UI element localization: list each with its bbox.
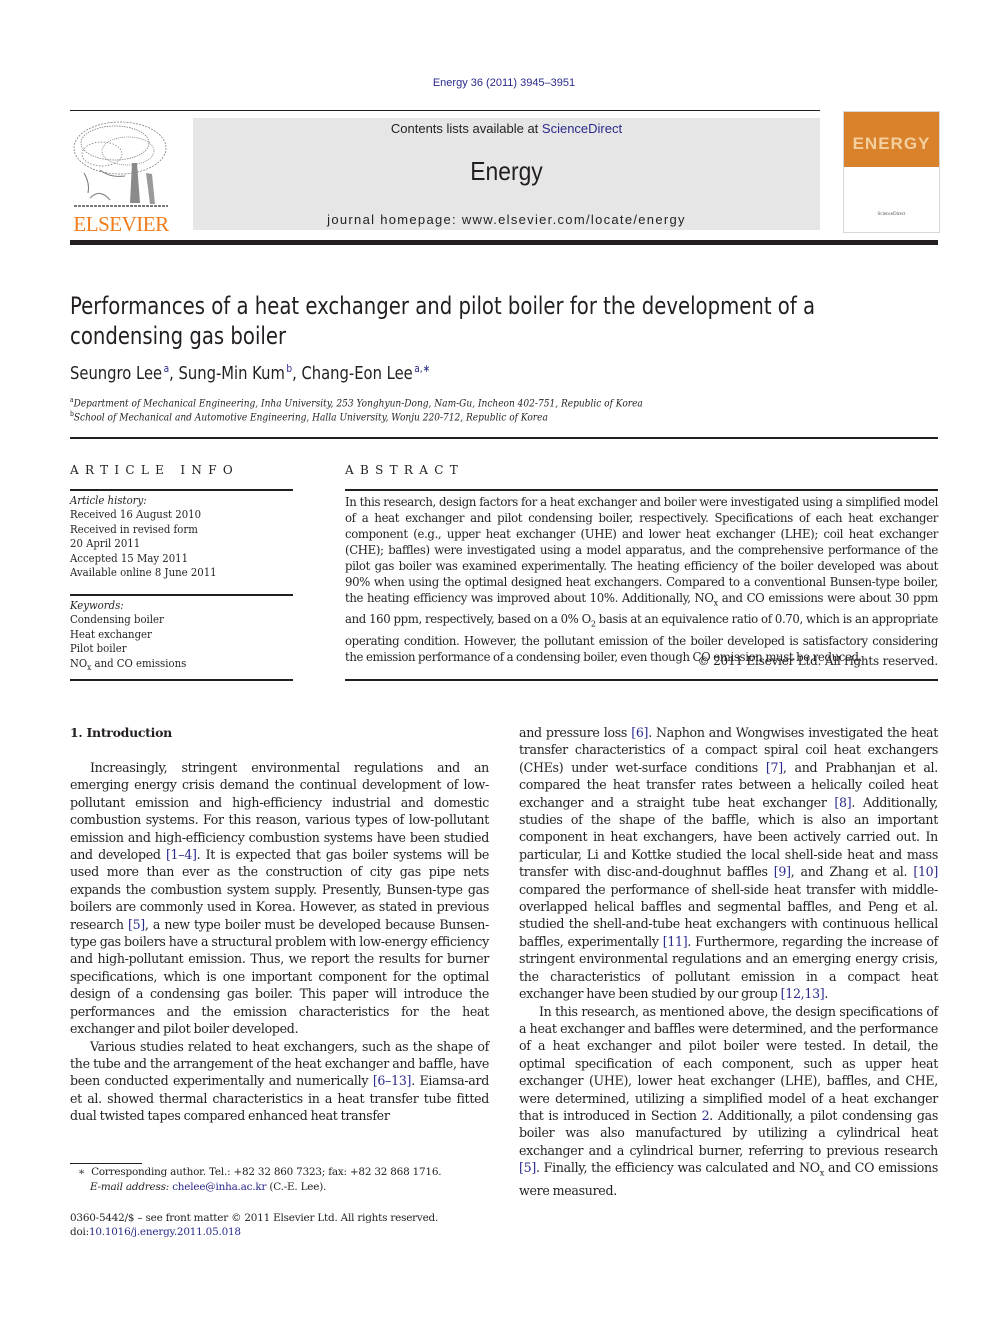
abstract-rule [345, 489, 938, 491]
cover-title: ENERGY [852, 134, 931, 153]
keyword: Heat exchanger [70, 627, 152, 641]
keyword-part: and CO emissions [91, 656, 187, 670]
article-info-bottom-rule [70, 679, 293, 681]
author-name: Sung-Min Kum [178, 363, 285, 384]
citation-link[interactable]: [5] [128, 917, 145, 932]
contents-prefix: Contents lists available at [390, 121, 542, 136]
header-thick-rule [70, 240, 938, 245]
author-affiliation-link[interactable]: a [164, 362, 170, 375]
abstract-body: In this research, design factors for a h… [345, 494, 938, 665]
doi-link[interactable]: 10.1016/j.energy.2011.05.018 [89, 1226, 241, 1238]
citation-link[interactable]: [9] [774, 864, 791, 879]
email-note: E-mail address: chelee@inha.ac.kr (C.-E.… [90, 1181, 326, 1193]
article-info-rule [70, 489, 293, 491]
citation-link[interactable]: [5] [519, 1160, 536, 1175]
footnote-text: Corresponding author. Tel.: +82 32 860 7… [91, 1166, 442, 1178]
text: and pressure loss [519, 725, 632, 740]
author-list: Seungro Lee a, Sung-Min Kum b, Chang-Eon… [70, 362, 431, 384]
journal-homepage[interactable]: journal homepage: www.elsevier.com/locat… [193, 212, 820, 227]
text: , a new type boiler must be developed be… [70, 916, 489, 1037]
citation-link[interactable]: [7] [766, 760, 783, 775]
affiliation-text: School of Mechanical and Automotive Engi… [73, 411, 548, 424]
journal-cover-thumbnail[interactable]: ENERGY ScienceDirect [843, 111, 940, 233]
email-label: E-mail address: [90, 1181, 170, 1193]
body-column-left: Increasingly, stringent environmental re… [70, 759, 489, 1125]
history-item: 20 April 2011 [70, 537, 141, 551]
body-column-right: and pressure loss [6]. Naphon and Wongwi… [519, 724, 938, 1199]
title-block-rule [70, 437, 938, 439]
abstract-bottom-rule [345, 679, 938, 681]
paragraph: In this research, as mentioned above, th… [519, 1003, 938, 1200]
front-matter-line: 0360-5442/$ – see front matter © 2011 El… [70, 1212, 439, 1224]
citation-link[interactable]: [6–13] [373, 1073, 412, 1088]
text: , and Zhang et al. [790, 864, 914, 880]
article-info-heading: ARTICLE INFO [70, 463, 239, 477]
keyword-part: NO [70, 656, 88, 670]
keyword: NOx and CO emissions [70, 657, 186, 676]
paragraph: Various studies related to heat exchange… [70, 1038, 489, 1125]
footnote-rule [70, 1163, 142, 1164]
header-rule [70, 110, 820, 111]
journal-masthead: Contents lists available at ScienceDirec… [193, 118, 820, 230]
history-item: Available online 8 June 2011 [70, 566, 217, 580]
paragraph-continued: and pressure loss [6]. Naphon and Wongwi… [519, 724, 938, 1003]
journal-citation-link[interactable]: Energy 36 (2011) 3945–3951 [0, 77, 992, 89]
author-name: Chang-Eon Lee [301, 363, 413, 384]
contents-line: Contents lists available at ScienceDirec… [193, 121, 820, 136]
tree-icon [73, 121, 168, 207]
keyword: Condensing boiler [70, 613, 164, 627]
history-item: Received in revised form [70, 522, 198, 536]
author-affiliation-link[interactable]: b [286, 362, 292, 375]
keywords-rule [70, 594, 293, 596]
citation-link[interactable]: [6] [631, 725, 648, 740]
citation-link[interactable]: [11] [663, 934, 688, 949]
citation-link[interactable]: [1–4] [166, 847, 197, 862]
abstract-copyright: © 2011 Elsevier Ltd. All rights reserved… [697, 654, 939, 668]
text: . [824, 986, 829, 1002]
affiliation-a: aDepartment of Mechanical Engineering, I… [70, 396, 643, 410]
email-suffix: (C.-E. Lee). [266, 1181, 327, 1193]
history-item: Accepted 15 May 2011 [70, 551, 189, 565]
footnote-marker: ∗ [78, 1166, 85, 1178]
sciencedirect-link[interactable]: ScienceDirect [542, 121, 622, 136]
text: In this research, as mentioned above, th… [519, 1003, 938, 1123]
author-affiliation-link[interactable]: a,∗ [414, 362, 430, 375]
keyword: Pilot boiler [70, 642, 127, 656]
elsevier-wordmark: ELSEVIER [73, 212, 169, 236]
author-name: Seungro Lee [70, 363, 163, 384]
keywords: Keywords: Condensing boiler Heat exchang… [70, 599, 186, 675]
affiliation-b: bSchool of Mechanical and Automotive Eng… [70, 410, 548, 424]
article-title: Performances of a heat exchanger and pil… [70, 292, 816, 350]
article-history: Article history: Received 16 August 2010… [70, 494, 217, 580]
cover-sciencedirect: ScienceDirect [877, 212, 906, 217]
keywords-label: Keywords: [70, 599, 124, 612]
citation-link[interactable]: [12,13] [781, 986, 825, 1001]
abstract-text: In this research, design factors for a h… [345, 495, 938, 605]
doi-label: doi: [70, 1226, 89, 1238]
section-heading-introduction: 1. Introduction [70, 725, 172, 740]
citation-link[interactable]: [10] [913, 864, 938, 879]
journal-name: Energy [470, 156, 543, 186]
corresponding-author-note: ∗ Corresponding author. Tel.: +82 32 860… [78, 1166, 442, 1178]
history-label: Article history: [70, 494, 147, 507]
doi-line: doi:10.1016/j.energy.2011.05.018 [70, 1226, 241, 1238]
citation-link[interactable]: [8] [834, 795, 851, 810]
history-item: Received 16 August 2010 [70, 508, 202, 522]
affiliation-text: Department of Mechanical Engineering, In… [73, 397, 643, 410]
email-link[interactable]: chelee@inha.ac.kr [172, 1181, 266, 1193]
paragraph: Increasingly, stringent environmental re… [70, 759, 489, 1038]
abstract-heading: ABSTRACT [345, 463, 464, 477]
text: . Finally, the efficiency was calculated… [535, 1160, 820, 1176]
